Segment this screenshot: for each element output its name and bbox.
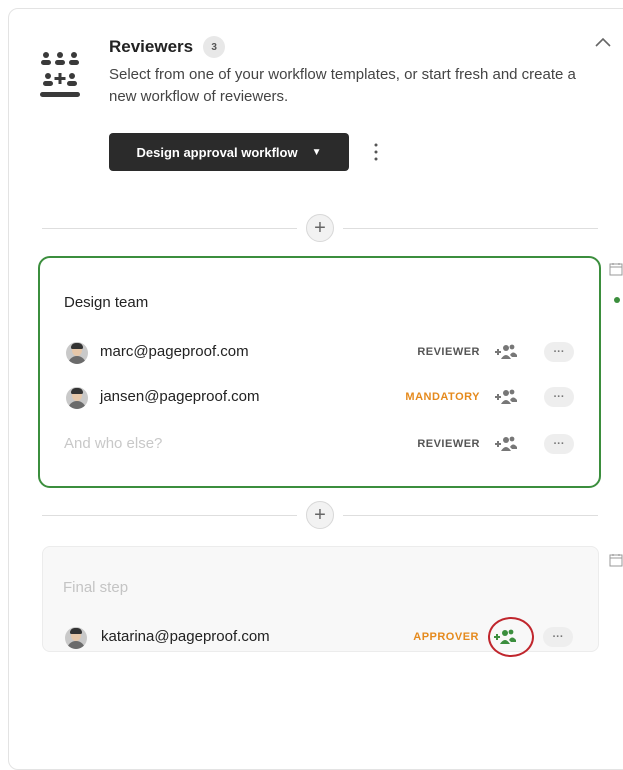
reviewer-row: jansen@pageproof.com MANDATORY ··· xyxy=(40,378,599,418)
workflow-step-card: Design team marc@pageproof.com REVIEWER … xyxy=(38,256,601,488)
row-options-button[interactable]: ··· xyxy=(543,627,573,647)
caret-down-icon: ▼ xyxy=(311,146,322,158)
reviewer-email: jansen@pageproof.com xyxy=(100,388,260,405)
vertical-dots-icon[interactable] xyxy=(370,140,382,164)
add-user-icon[interactable] xyxy=(494,435,518,453)
row-options-button[interactable]: ··· xyxy=(544,434,574,454)
divider-line xyxy=(42,515,297,516)
row-options-button[interactable]: ··· xyxy=(544,342,574,362)
add-reviewer-row: And who else? REVIEWER ··· xyxy=(40,425,599,465)
step-title: Final step xyxy=(63,579,129,596)
calendar-icon[interactable] xyxy=(609,262,623,276)
divider-line xyxy=(42,228,297,229)
highlight-ring xyxy=(488,617,534,657)
role-selector[interactable]: MANDATORY xyxy=(370,391,480,403)
divider-line xyxy=(343,515,598,516)
reviewer-email: marc@pageproof.com xyxy=(100,343,249,360)
chevron-up-icon[interactable] xyxy=(593,34,613,50)
workflow-template-label: Design approval workflow xyxy=(136,144,298,160)
add-step-button[interactable]: + xyxy=(306,214,334,242)
calendar-icon[interactable] xyxy=(609,553,623,567)
add-user-icon[interactable] xyxy=(494,388,518,406)
avatar xyxy=(65,627,87,649)
add-reviewer-input[interactable]: And who else? xyxy=(64,435,162,452)
section-header: Reviewers 3 xyxy=(109,36,226,58)
step-title: Design team xyxy=(64,294,149,311)
reviewer-email: katarina@pageproof.com xyxy=(101,628,270,645)
section-title: Reviewers xyxy=(109,37,194,56)
role-selector[interactable]: APPROVER xyxy=(369,631,479,643)
row-options-button[interactable]: ··· xyxy=(544,387,574,407)
avatar xyxy=(66,387,88,409)
add-step-button[interactable]: + xyxy=(306,501,334,529)
status-dot xyxy=(614,297,620,303)
section-description: Select from one of your workflow templat… xyxy=(109,66,576,105)
team-workflow-icon xyxy=(40,52,80,97)
reviewer-row: marc@pageproof.com REVIEWER ··· xyxy=(40,333,599,373)
reviewer-count-badge: 3 xyxy=(203,36,226,58)
divider-line xyxy=(343,228,598,229)
role-selector[interactable]: REVIEWER xyxy=(370,438,480,450)
add-user-icon[interactable] xyxy=(494,343,518,361)
avatar xyxy=(66,342,88,364)
workflow-template-dropdown[interactable]: Design approval workflow ▼ xyxy=(109,133,349,171)
role-selector[interactable]: REVIEWER xyxy=(370,346,480,358)
